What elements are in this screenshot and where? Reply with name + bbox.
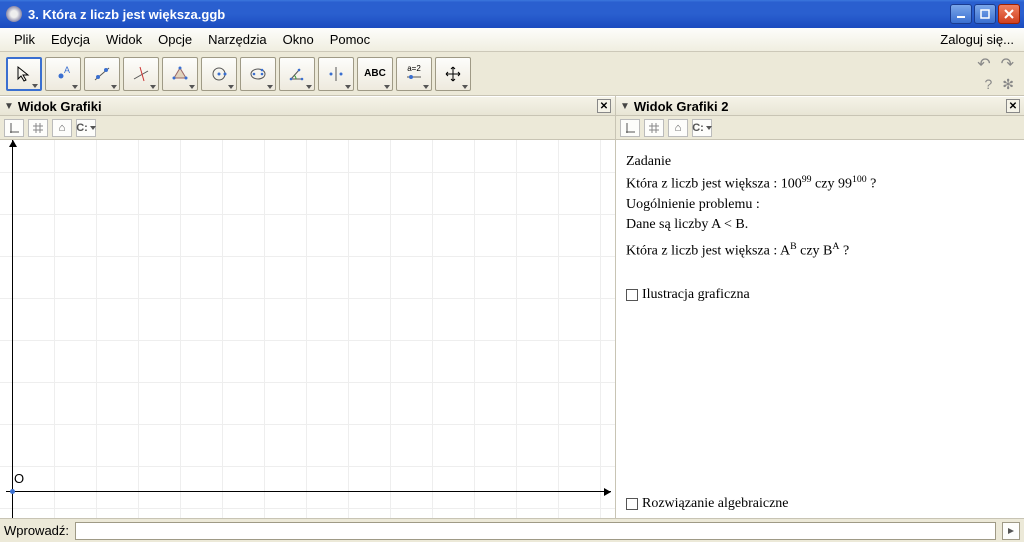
tool-angle[interactable] bbox=[279, 57, 315, 91]
input-label: Wprowadź: bbox=[4, 523, 69, 538]
tool-reflect[interactable] bbox=[318, 57, 354, 91]
panel-title-right: Widok Grafiki 2 bbox=[634, 99, 1006, 114]
panel-header-right: ▼ Widok Grafiki 2 ✕ bbox=[616, 96, 1024, 116]
left-pane: O bbox=[0, 140, 616, 518]
graphics-view-2[interactable]: Zadanie Która z liczb jest większa : 100… bbox=[616, 140, 1024, 518]
panel-title-left: Widok Grafiki bbox=[18, 99, 597, 114]
tool-polygon[interactable] bbox=[162, 57, 198, 91]
slider-tool-label: a=2 bbox=[405, 65, 423, 73]
text-uogolnienie: Uogólnienie problemu : bbox=[626, 197, 1014, 213]
checkbox-ilustracja[interactable]: Ilustracja graficzna bbox=[626, 287, 1014, 303]
undo-button[interactable]: ↶ bbox=[977, 54, 990, 74]
input-help-button[interactable] bbox=[1002, 522, 1020, 540]
grid-toggle[interactable] bbox=[644, 119, 664, 137]
panel-close-right[interactable]: ✕ bbox=[1006, 99, 1020, 113]
minimize-button[interactable] bbox=[950, 4, 972, 24]
close-button[interactable] bbox=[998, 4, 1020, 24]
menu-opcje[interactable]: Opcje bbox=[150, 30, 200, 49]
checkbox-label: Ilustracja graficzna bbox=[642, 287, 750, 303]
help-button[interactable]: ? bbox=[984, 76, 992, 93]
snap-dropdown[interactable]: C: bbox=[692, 119, 712, 137]
right-pane: Zadanie Która z liczb jest większa : 100… bbox=[616, 140, 1024, 518]
redo-button[interactable]: ↷ bbox=[1001, 54, 1014, 74]
checkbox-icon[interactable] bbox=[626, 498, 638, 510]
origin-label: O bbox=[14, 471, 24, 486]
tool-slider[interactable]: a=2 bbox=[396, 57, 432, 91]
menu-edycja[interactable]: Edycja bbox=[43, 30, 98, 49]
panel-close-left[interactable]: ✕ bbox=[597, 99, 611, 113]
collapse-icon[interactable]: ▼ bbox=[4, 101, 14, 112]
menu-pomoc[interactable]: Pomoc bbox=[322, 30, 378, 49]
checkbox-icon[interactable] bbox=[626, 289, 638, 301]
tool-conic[interactable] bbox=[240, 57, 276, 91]
tool-circle[interactable] bbox=[201, 57, 237, 91]
origin-point[interactable] bbox=[10, 489, 15, 494]
window-title: 3. Która z liczb jest większa.ggb bbox=[28, 7, 950, 22]
maximize-button[interactable] bbox=[974, 4, 996, 24]
text-question1: Która z liczb jest większa : 10099 czy 9… bbox=[626, 174, 1014, 193]
menubar: Plik Edycja Widok Opcje Narzędzia Okno P… bbox=[0, 28, 1024, 52]
checkbox-rozwiazanie[interactable]: Rozwiązanie algebraiczne bbox=[626, 496, 789, 512]
subtoolbar-left: ⌂ C: bbox=[0, 116, 615, 140]
collapse-icon[interactable]: ▼ bbox=[620, 101, 630, 112]
axes-toggle[interactable] bbox=[4, 119, 24, 137]
menu-plik[interactable]: Plik bbox=[6, 30, 43, 49]
settings-button[interactable]: ✻ bbox=[1002, 76, 1014, 93]
panel-header-left: ▼ Widok Grafiki ✕ bbox=[0, 96, 615, 116]
axes-toggle[interactable] bbox=[620, 119, 640, 137]
tool-move[interactable] bbox=[6, 57, 42, 91]
snap-dropdown[interactable]: C: bbox=[76, 119, 96, 137]
login-link[interactable]: Zaloguj się... bbox=[940, 32, 1018, 47]
tool-move-view[interactable] bbox=[435, 57, 471, 91]
tool-perpendicular[interactable] bbox=[123, 57, 159, 91]
y-axis bbox=[12, 140, 13, 518]
x-axis bbox=[6, 491, 611, 492]
toolbar: A ABC a=2 bbox=[0, 52, 1024, 96]
subtoolbar-right: ⌂ C: bbox=[616, 116, 1024, 140]
graphics-view-1[interactable]: O bbox=[0, 140, 615, 518]
tool-line[interactable] bbox=[84, 57, 120, 91]
text-question2: Która z liczb jest większa : AB czy BA ? bbox=[626, 241, 1014, 260]
grid-toggle[interactable] bbox=[28, 119, 48, 137]
home-button[interactable]: ⌂ bbox=[52, 119, 72, 137]
input-bar: Wprowadź: bbox=[0, 518, 1024, 542]
home-button[interactable]: ⌂ bbox=[668, 119, 688, 137]
menu-okno[interactable]: Okno bbox=[275, 30, 322, 49]
tool-text[interactable]: ABC bbox=[357, 57, 393, 91]
checkbox-label: Rozwiązanie algebraiczne bbox=[642, 496, 789, 512]
main-area: O Zadanie Która z liczb jest większa : 1… bbox=[0, 140, 1024, 518]
command-input[interactable] bbox=[75, 522, 996, 540]
menu-narzedzia[interactable]: Narzędzia bbox=[200, 30, 275, 49]
svg-text:A: A bbox=[64, 65, 70, 75]
text-tool-label: ABC bbox=[364, 68, 386, 79]
app-icon bbox=[6, 6, 22, 22]
menu-widok[interactable]: Widok bbox=[98, 30, 150, 49]
tool-point[interactable]: A bbox=[45, 57, 81, 91]
text-zadanie: Zadanie bbox=[626, 154, 1014, 170]
titlebar: 3. Która z liczb jest większa.ggb bbox=[0, 0, 1024, 28]
text-dane: Dane są liczby A < B. bbox=[626, 217, 1014, 233]
